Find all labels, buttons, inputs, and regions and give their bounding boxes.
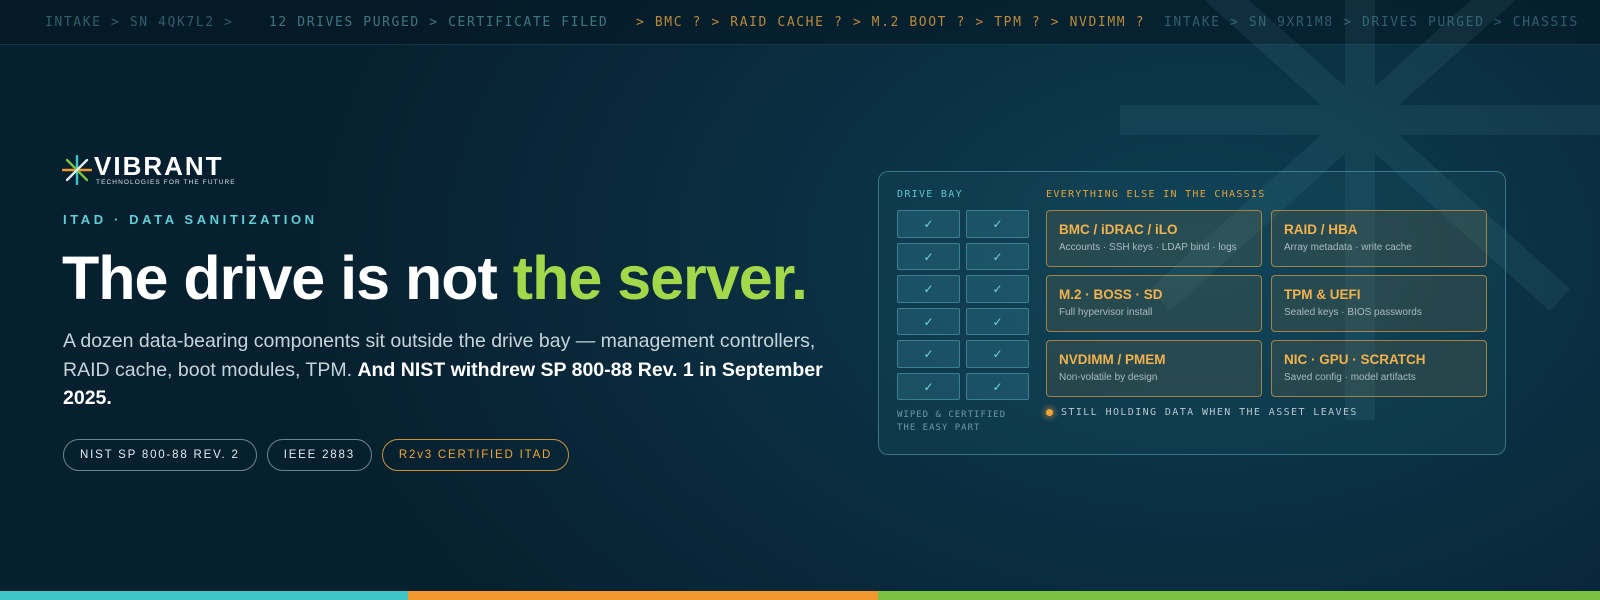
vibrant-starburst-icon (62, 155, 92, 185)
component-card-raid[interactable]: RAID / HBA Array metadata · write cache (1271, 210, 1487, 267)
brand-stripe-orange (408, 591, 878, 600)
component-card-m2-boot[interactable]: M.2 · BOSS · SD Full hypervisor install (1046, 275, 1262, 332)
eyebrow-label: ITAD · DATA SANITIZATION (63, 212, 318, 227)
drive-slot-checkmark-icon: ✓ (966, 307, 1029, 335)
drive-slot-checkmark-icon: ✓ (897, 242, 960, 270)
bay-note-line: WIPED & CERTIFIED (897, 410, 1007, 420)
drive-slot-checkmark-icon: ✓ (966, 242, 1029, 270)
brand-tagline: TECHNOLOGIES FOR THE FUTURE (96, 179, 236, 186)
drive-bay-note: WIPED & CERTIFIED THE EASY PART (897, 409, 1006, 435)
headline-accent: the server. (512, 244, 808, 312)
page-headline: The drive is not the server. (62, 240, 808, 316)
card-subtitle: Sealed keys · BIOS passwords (1284, 307, 1422, 318)
brand-stripe-cyan (0, 591, 408, 600)
card-title: RAID / HBA (1284, 222, 1358, 237)
chassis-title: EVERYTHING ELSE IN THE CHASSIS (1046, 189, 1266, 200)
drive-slot-checkmark-icon: ✓ (966, 275, 1029, 303)
drive-bay-grid: ✓ ✓ ✓ ✓ ✓ ✓ ✓ ✓ ✓ ✓ ✓ ✓ (897, 210, 1029, 400)
pill-nist[interactable]: NIST SP 800-88 REV. 2 (63, 439, 257, 471)
drive-slot-checkmark-icon: ✓ (966, 210, 1029, 238)
ticker-item: > BMC ? > RAID CACHE ? > M.2 BOOT ? > TP… (636, 15, 1146, 30)
drive-slot-checkmark-icon: ✓ (897, 307, 960, 335)
card-title: BMC / iDRAC / iLO (1059, 222, 1178, 237)
brand-name: VIBRANT (94, 151, 224, 181)
drive-slot-checkmark-icon: ✓ (897, 210, 960, 238)
brand-logo[interactable]: VIBRANT TECHNOLOGIES FOR THE FUTURE (62, 151, 236, 186)
component-card-nic-gpu[interactable]: NIC · GPU · SCRATCH Saved config · model… (1271, 340, 1487, 397)
bay-note-line: THE EASY PART (897, 423, 981, 433)
drive-slot-checkmark-icon: ✓ (966, 372, 1029, 400)
drive-slot-checkmark-icon: ✓ (966, 340, 1029, 368)
pill-r2v3[interactable]: R2v3 CERTIFIED ITAD (381, 439, 570, 471)
still-holding-text: STILL HOLDING DATA WHEN THE ASSET LEAVES (1061, 407, 1358, 418)
pill-ieee[interactable]: IEEE 2883 (266, 439, 372, 471)
hero-lede: A dozen data-bearing components sit outs… (63, 327, 853, 413)
brand-stripe-green (878, 591, 1600, 600)
drive-slot-checkmark-icon: ✓ (897, 340, 960, 368)
status-dot-icon (1046, 409, 1053, 416)
card-subtitle: Non-volatile by design (1059, 372, 1158, 383)
card-title: TPM & UEFI (1284, 287, 1361, 302)
card-title: NIC · GPU · SCRATCH (1284, 352, 1426, 367)
card-subtitle: Accounts · SSH keys · LDAP bind · logs (1059, 242, 1237, 253)
component-card-bmc[interactable]: BMC / iDRAC / iLO Accounts · SSH keys · … (1046, 210, 1262, 267)
component-cards: BMC / iDRAC / iLO Accounts · SSH keys · … (1046, 210, 1487, 397)
chassis-panel: DRIVE BAY ✓ ✓ ✓ ✓ ✓ ✓ ✓ ✓ ✓ ✓ ✓ ✓ WIPED … (878, 171, 1506, 455)
standards-pills: NIST SP 800-88 REV. 2 IEEE 2883 R2v3 CER… (63, 439, 570, 471)
card-title: M.2 · BOSS · SD (1059, 287, 1163, 302)
ticker-item: INTAKE > SN 4QK7L2 > (45, 15, 234, 30)
component-card-nvdimm[interactable]: NVDIMM / PMEM Non-volatile by design (1046, 340, 1262, 397)
drive-slot-checkmark-icon: ✓ (897, 275, 960, 303)
card-subtitle: Full hypervisor install (1059, 307, 1153, 318)
card-title: NVDIMM / PMEM (1059, 352, 1166, 367)
card-subtitle: Saved config · model artifacts (1284, 372, 1416, 383)
drive-slot-checkmark-icon: ✓ (897, 372, 960, 400)
drive-bay-title: DRIVE BAY (897, 189, 963, 200)
component-card-tpm[interactable]: TPM & UEFI Sealed keys · BIOS passwords (1271, 275, 1487, 332)
card-subtitle: Array metadata · write cache (1284, 242, 1412, 253)
ticker-item: 12 DRIVES PURGED > CERTIFICATE FILED (269, 15, 609, 30)
still-holding-note: STILL HOLDING DATA WHEN THE ASSET LEAVES (1046, 407, 1358, 418)
headline-start: The drive is not (62, 244, 513, 312)
